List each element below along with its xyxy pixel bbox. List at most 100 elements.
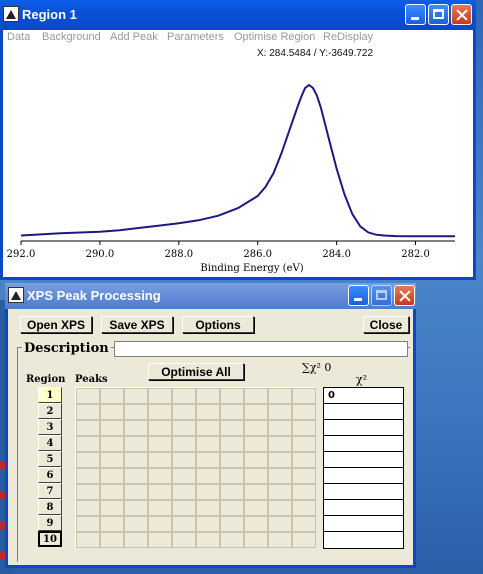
peak-cell[interactable]: [76, 452, 100, 468]
peak-cell[interactable]: [124, 404, 148, 420]
region-button-8[interactable]: 8: [38, 499, 62, 515]
peak-cell[interactable]: [124, 436, 148, 452]
optimise-all-button[interactable]: Optimise All: [148, 363, 244, 380]
save-xps-button[interactable]: Save XPS: [101, 316, 173, 333]
peak-cell[interactable]: [244, 468, 268, 484]
peak-cell[interactable]: [148, 484, 172, 500]
peak-cell[interactable]: [220, 516, 244, 532]
peak-cell[interactable]: [124, 468, 148, 484]
peak-cell[interactable]: [268, 420, 292, 436]
peak-cell[interactable]: [196, 388, 220, 404]
peak-cell[interactable]: [244, 388, 268, 404]
peak-cell[interactable]: [292, 452, 316, 468]
maximize-icon[interactable]: [428, 4, 449, 25]
peak-cell[interactable]: [268, 388, 292, 404]
peak-cell[interactable]: [292, 436, 316, 452]
peak-cell[interactable]: [196, 420, 220, 436]
peak-cell[interactable]: [244, 404, 268, 420]
minimize-icon[interactable]: [405, 4, 426, 25]
open-xps-button[interactable]: Open XPS: [20, 316, 92, 333]
region-button-1[interactable]: 1: [38, 387, 62, 403]
peak-cell[interactable]: [172, 532, 196, 548]
peak-cell[interactable]: [100, 516, 124, 532]
app-icon[interactable]: [8, 287, 24, 303]
peak-cell[interactable]: [100, 436, 124, 452]
menu-parameters[interactable]: Parameters: [167, 31, 224, 43]
peak-cell[interactable]: [148, 404, 172, 420]
peak-cell[interactable]: [220, 436, 244, 452]
peak-cell[interactable]: [124, 484, 148, 500]
app-icon[interactable]: [3, 6, 19, 22]
peak-cell[interactable]: [220, 404, 244, 420]
peak-cell[interactable]: [220, 420, 244, 436]
peak-cell[interactable]: [196, 404, 220, 420]
description-field[interactable]: [114, 341, 408, 357]
peak-cell[interactable]: [268, 500, 292, 516]
peak-cell[interactable]: [172, 452, 196, 468]
peak-cell[interactable]: [196, 532, 220, 548]
peak-cell[interactable]: [196, 500, 220, 516]
peak-cell[interactable]: [292, 532, 316, 548]
region-button-5[interactable]: 5: [38, 451, 62, 467]
peak-cell[interactable]: [124, 420, 148, 436]
peak-cell[interactable]: [244, 436, 268, 452]
close-icon[interactable]: [394, 285, 415, 306]
xps-window-titlebar[interactable]: XPS Peak Processing: [5, 283, 416, 309]
peak-cell[interactable]: [244, 452, 268, 468]
peak-cell[interactable]: [148, 452, 172, 468]
close-icon[interactable]: [451, 4, 472, 25]
peak-cell[interactable]: [292, 388, 316, 404]
region-window-titlebar[interactable]: Region 1: [0, 0, 476, 30]
peak-cell[interactable]: [244, 516, 268, 532]
peak-cell[interactable]: [100, 452, 124, 468]
region-button-4[interactable]: 4: [38, 435, 62, 451]
peak-cell[interactable]: [148, 388, 172, 404]
peak-cell[interactable]: [172, 468, 196, 484]
peak-cell[interactable]: [76, 436, 100, 452]
peak-cell[interactable]: [124, 516, 148, 532]
peak-cell[interactable]: [148, 500, 172, 516]
peak-cell[interactable]: [220, 484, 244, 500]
peak-cell[interactable]: [172, 420, 196, 436]
peak-cell[interactable]: [268, 404, 292, 420]
peak-cell[interactable]: [148, 420, 172, 436]
peak-cell[interactable]: [268, 436, 292, 452]
peak-cell[interactable]: [268, 484, 292, 500]
close-button[interactable]: Close: [363, 316, 409, 333]
menu-optimise-region[interactable]: Optimise Region: [234, 31, 315, 43]
region-button-9[interactable]: 9: [38, 515, 62, 531]
region-button-6[interactable]: 6: [38, 467, 62, 483]
region-button-3[interactable]: 3: [38, 419, 62, 435]
peak-cell[interactable]: [220, 500, 244, 516]
peak-cell[interactable]: [244, 500, 268, 516]
peak-cell[interactable]: [100, 420, 124, 436]
peak-cell[interactable]: [220, 468, 244, 484]
region-button-7[interactable]: 7: [38, 483, 62, 499]
peak-cell[interactable]: [100, 388, 124, 404]
peak-cell[interactable]: [148, 436, 172, 452]
peak-cell[interactable]: [76, 404, 100, 420]
peak-cell[interactable]: [100, 468, 124, 484]
peak-cell[interactable]: [124, 500, 148, 516]
peak-cell[interactable]: [172, 516, 196, 532]
peak-cell[interactable]: [220, 452, 244, 468]
peak-cell[interactable]: [292, 484, 316, 500]
spectrum-plot[interactable]: 292.0 290.0 288.0 286.0 284.0 282.0 Binding E…: [3, 60, 473, 277]
peak-cell[interactable]: [268, 452, 292, 468]
peak-cell[interactable]: [124, 388, 148, 404]
peak-cell[interactable]: [292, 404, 316, 420]
peak-cell[interactable]: [100, 484, 124, 500]
peak-cell[interactable]: [268, 468, 292, 484]
peak-cell[interactable]: [148, 516, 172, 532]
peak-cell[interactable]: [76, 484, 100, 500]
peak-cell[interactable]: [76, 420, 100, 436]
peak-cell[interactable]: [148, 532, 172, 548]
peak-cell[interactable]: [292, 420, 316, 436]
peak-cell[interactable]: [196, 436, 220, 452]
peak-cell[interactable]: [124, 452, 148, 468]
peak-cell[interactable]: [76, 532, 100, 548]
region-button-2[interactable]: 2: [38, 403, 62, 419]
peak-cell[interactable]: [268, 516, 292, 532]
peak-cell[interactable]: [76, 516, 100, 532]
peak-cell[interactable]: [220, 388, 244, 404]
